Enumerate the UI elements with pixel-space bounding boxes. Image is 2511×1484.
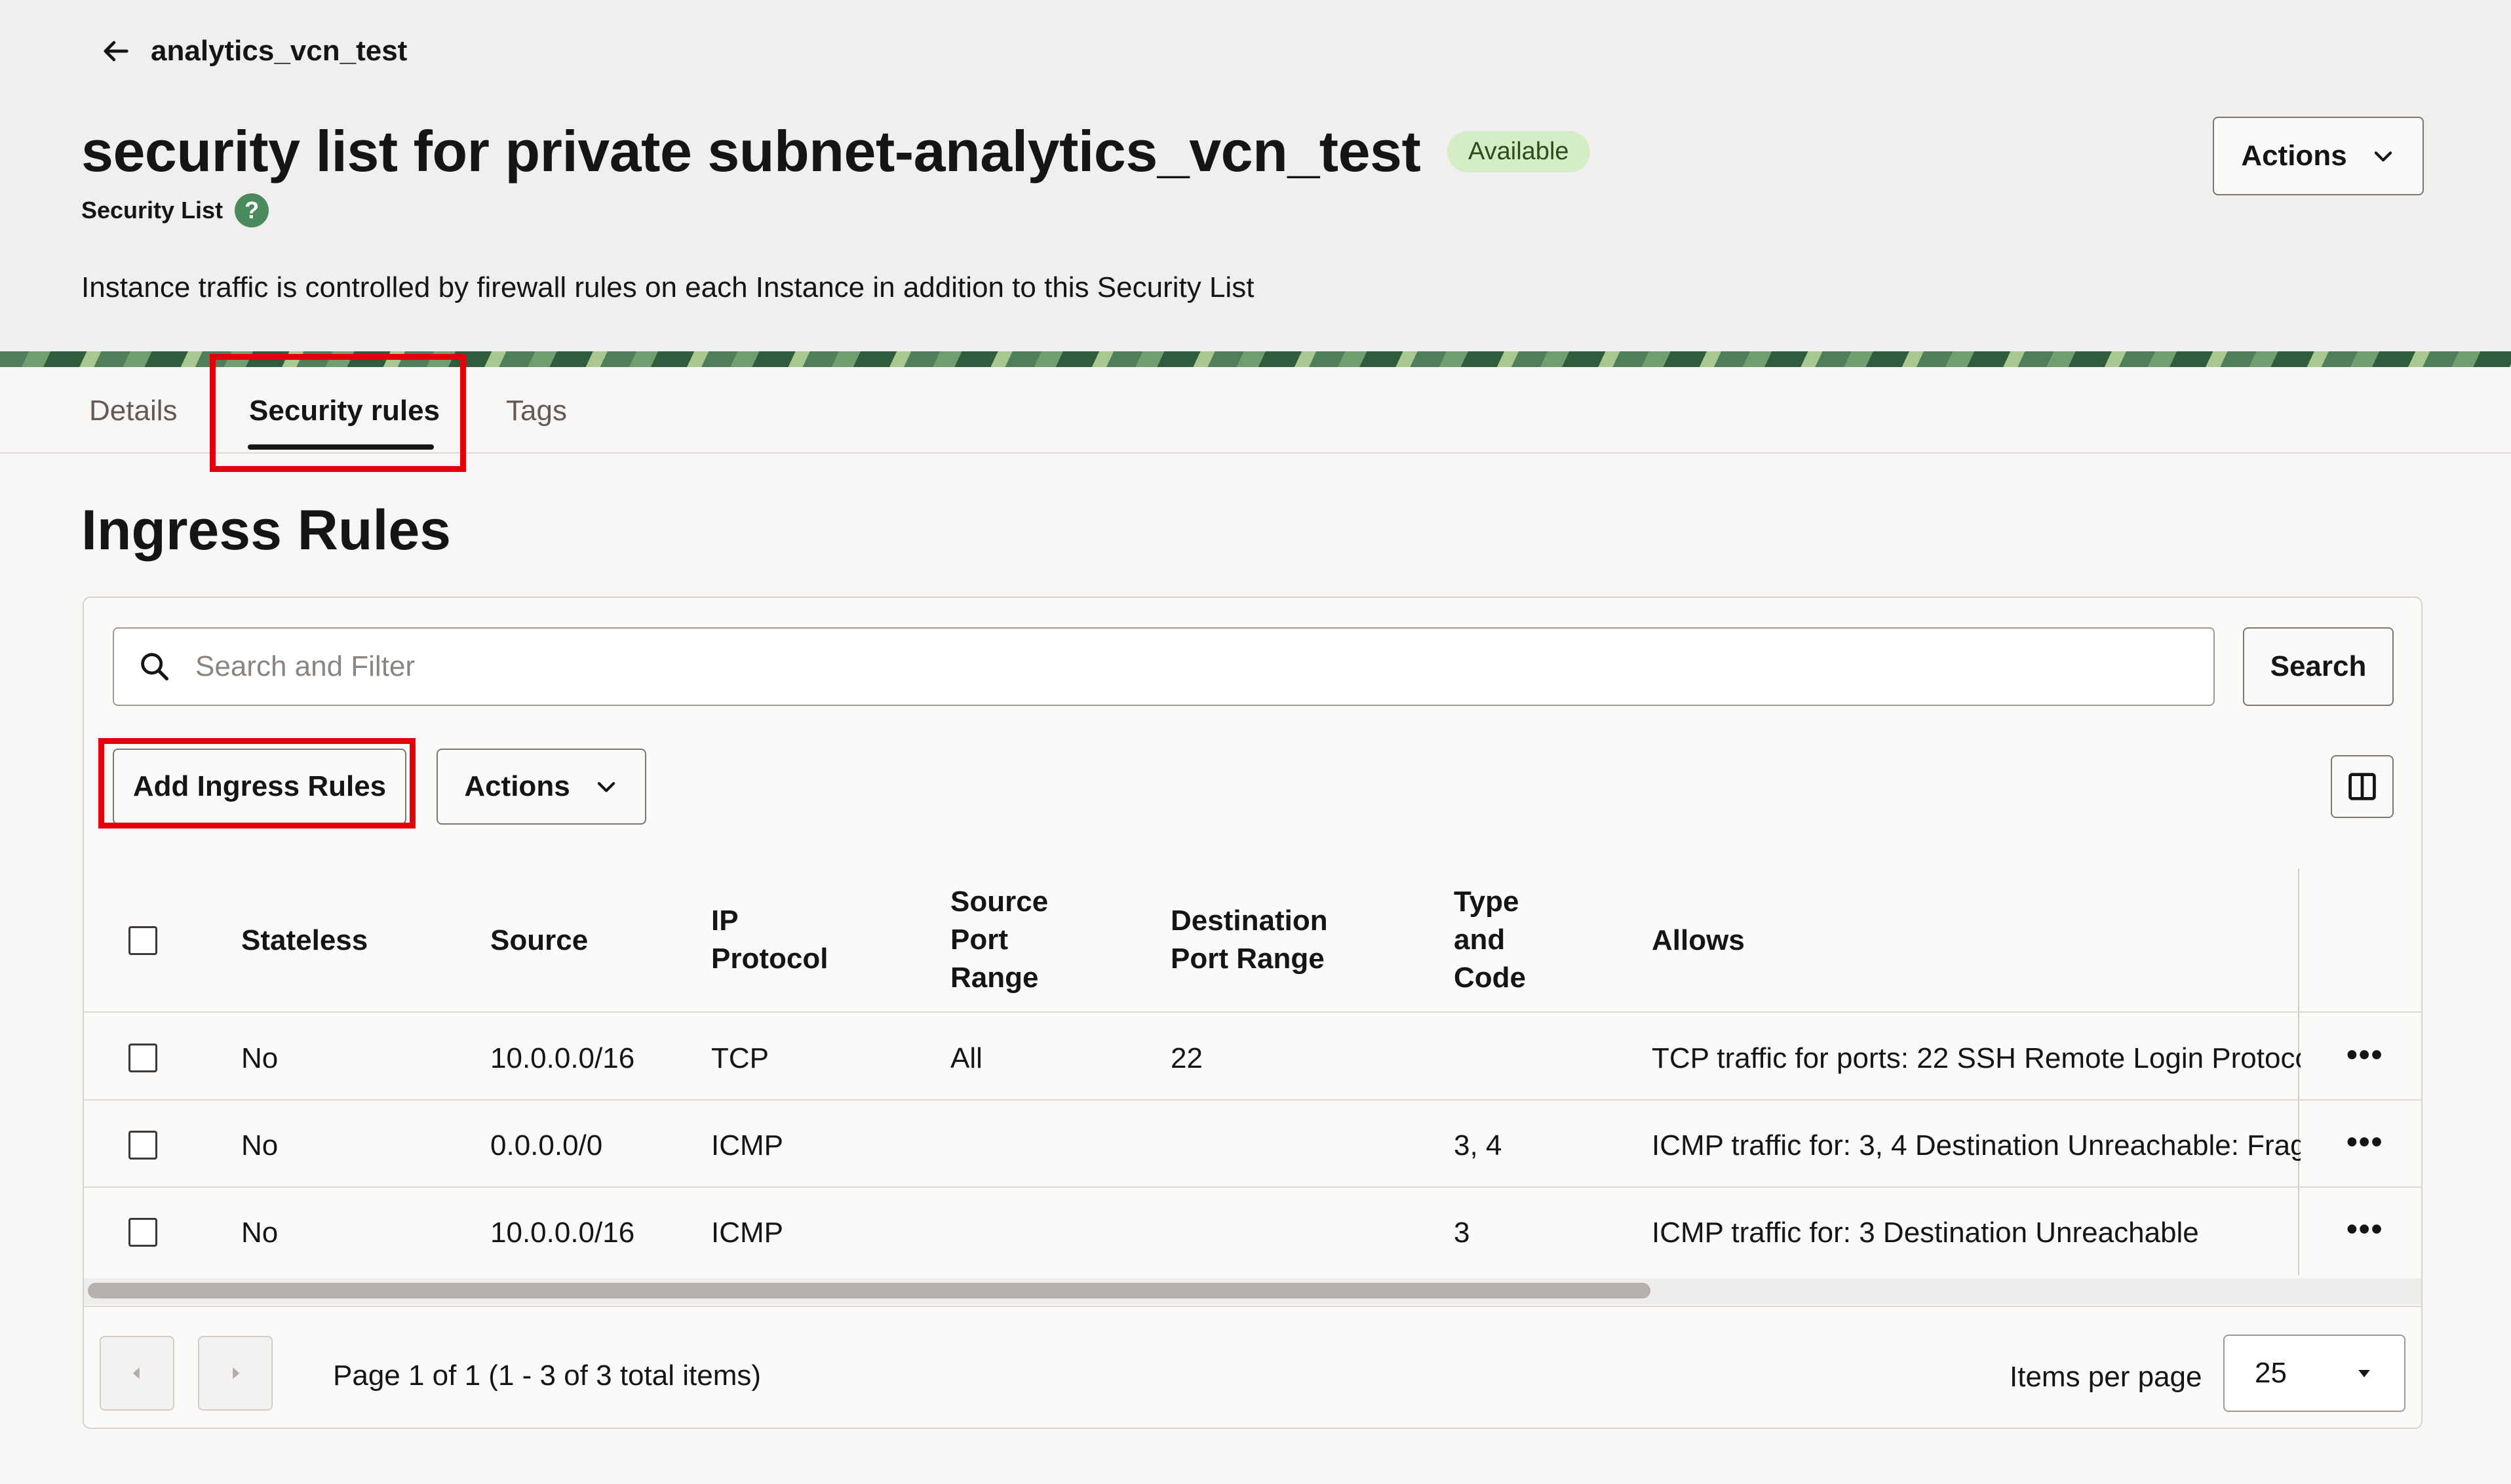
cell-protocol: ICMP [711,1217,783,1249]
cell-source: 0.0.0.0/0 [490,1129,603,1162]
header-allows: Allows [1652,924,1745,956]
row-checkbox[interactable] [128,1044,157,1072]
back-link-label: analytics_vcn_test [151,35,408,67]
previous-page-button[interactable] [100,1336,174,1411]
back-link[interactable]: analytics_vcn_test [98,34,407,68]
header-actions-button[interactable]: Actions [2213,117,2424,195]
chevron-down-icon [2374,151,2392,162]
header-type-and-code: Type and Code [1454,886,1526,994]
header-actions-label: Actions [2241,140,2347,172]
select-all-checkbox[interactable] [128,926,157,955]
table-actions-label: Actions [464,770,570,802]
caret-down-icon [2358,1370,2370,1378]
row-menu-more-icon[interactable]: ••• [2346,1124,2383,1160]
cell-allows: ICMP traffic for: 3 Destination Unreacha… [1652,1217,2199,1249]
items-per-page-label: Items per page [2010,1361,2202,1393]
resource-type-label: Security List [81,197,224,224]
arrow-left-icon [104,41,128,62]
status-badge: Available [1447,131,1590,172]
items-per-page-select[interactable]: 25 [2223,1335,2405,1412]
row-checkbox[interactable] [128,1131,157,1160]
cell-type-code: 3 [1454,1217,1470,1249]
row-menu-more-icon[interactable]: ••• [2346,1211,2383,1247]
search-button[interactable]: Search [2243,627,2394,706]
highlight-box-add-ingress [98,738,416,829]
cell-stateless: No [241,1129,279,1162]
resource-type: Security List ? [81,193,269,227]
cell-source: 10.0.0.0/16 [490,1217,635,1249]
cell-dest-port: 22 [1171,1042,1203,1074]
chevron-right-icon [233,1367,240,1379]
row-menu-more-icon[interactable]: ••• [2346,1037,2383,1073]
search-input[interactable]: Search and Filter [113,627,2215,706]
row-divider [84,1186,2421,1188]
cell-type-code: 3, 4 [1454,1129,1502,1162]
page: analytics_vcn_test security list for pri… [0,0,2511,1484]
search-button-label: Search [2270,650,2367,682]
header-source-port-range: Source Port Range [950,886,1049,994]
page-description: Instance traffic is controlled by firewa… [81,271,1255,303]
footer-divider [84,1306,2421,1307]
search-placeholder: Search and Filter [195,650,416,682]
cell-allows: TCP traffic for ports: 22 SSH Remote Log… [1652,1042,2301,1074]
columns-toggle-button[interactable] [2331,755,2394,818]
tab-details[interactable]: Details [89,395,178,427]
cell-stateless: No [241,1217,279,1249]
header-ip-protocol: IP Protocol [711,905,828,975]
cell-source: 10.0.0.0/16 [490,1042,635,1074]
chevron-left-icon [132,1367,140,1379]
pagination-status: Page 1 of 1 (1 - 3 of 3 total items) [333,1359,761,1392]
cell-stateless: No [241,1042,279,1074]
header-source: Source [490,924,589,956]
page-header: analytics_vcn_test security list for pri… [0,0,2511,351]
next-page-button[interactable] [198,1336,273,1411]
cell-protocol: TCP [711,1042,769,1074]
cell-source-port: All [950,1042,983,1074]
items-per-page-value: 25 [2255,1357,2287,1389]
highlight-box-security-rules [210,354,466,472]
tab-tags[interactable]: Tags [506,395,567,427]
help-icon[interactable]: ? [235,193,269,227]
search-icon [141,653,169,681]
chevron-down-icon [597,782,615,792]
row-divider [84,1099,2421,1101]
header-destination-port-range: Destination Port Range [1171,905,1328,975]
section-title: Ingress Rules [81,499,451,562]
header-divider [84,1011,2421,1013]
cell-protocol: ICMP [711,1129,783,1162]
horizontal-scrollbar-thumb[interactable] [88,1283,1650,1298]
page-title: security list for private subnet-analyti… [81,119,1421,184]
row-checkbox[interactable] [128,1218,157,1247]
columns-icon [2348,773,2376,800]
cell-allows: ICMP traffic for: 3, 4 Destination Unrea… [1652,1129,2301,1162]
header-stateless: Stateless [241,924,368,956]
table-actions-button[interactable]: Actions [437,749,646,825]
